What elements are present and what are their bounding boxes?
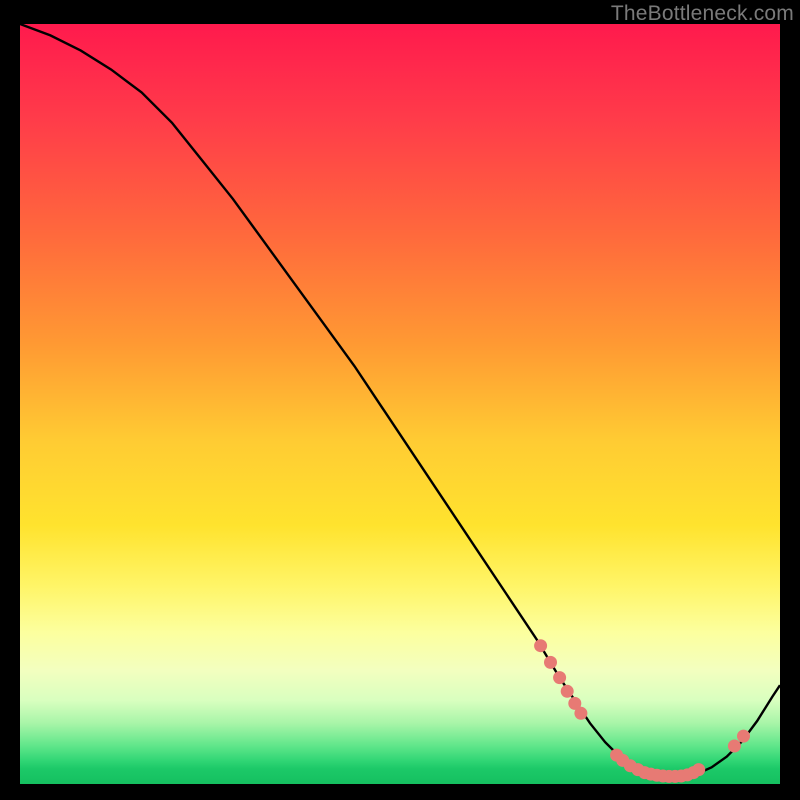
data-point xyxy=(574,707,587,720)
curve-line xyxy=(20,24,780,776)
chart-frame: TheBottleneck.com xyxy=(0,0,800,800)
watermark-text: TheBottleneck.com xyxy=(611,2,794,26)
chart-plot-area xyxy=(20,24,780,784)
data-point xyxy=(544,656,557,669)
data-point xyxy=(561,685,574,698)
data-points xyxy=(534,639,750,783)
data-point xyxy=(692,763,705,776)
data-point xyxy=(728,740,741,753)
data-point xyxy=(553,671,566,684)
data-point xyxy=(737,730,750,743)
data-point xyxy=(534,639,547,652)
chart-svg xyxy=(20,24,780,784)
